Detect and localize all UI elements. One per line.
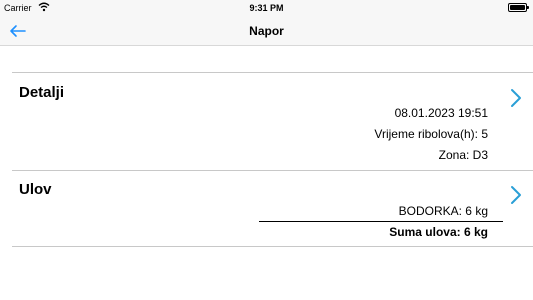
chevron-right-icon[interactable] <box>509 88 523 108</box>
section-divider-bottom <box>12 246 533 247</box>
chevron-right-icon[interactable] <box>509 185 523 205</box>
catch-item: BODORKA: 6 kg <box>398 204 488 218</box>
details-date: 08.01.2023 19:51 <box>394 106 488 120</box>
status-bar: Carrier 9:31 PM <box>0 0 533 16</box>
details-fishing-time: Vrijeme ribolova(h): 5 <box>374 127 488 141</box>
page-title: Napor <box>249 24 284 38</box>
catch-total: Suma ulova: 6 kg <box>389 225 488 239</box>
navigation-bar: Napor <box>0 16 533 46</box>
catch-total-divider <box>259 221 503 222</box>
details-section[interactable]: Detalji 08.01.2023 19:51 Vrijeme ribolov… <box>12 73 532 170</box>
battery-icon <box>508 3 529 12</box>
catch-section[interactable]: Ulov BODORKA: 6 kg Suma ulova: 6 kg <box>12 171 532 246</box>
status-time: 9:31 PM <box>249 3 284 13</box>
details-title: Detalji <box>19 84 65 101</box>
details-zone: Zona: D3 <box>438 148 488 162</box>
catch-title: Ulov <box>19 181 52 198</box>
